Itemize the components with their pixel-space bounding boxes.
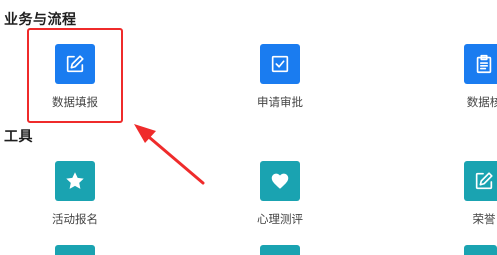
section-title-tools: 工具 <box>4 129 33 145</box>
app-label: 心理测评 <box>257 212 303 226</box>
section-title-business: 业务与流程 <box>4 12 77 28</box>
app-data-verification[interactable]: 数据核 <box>434 44 497 109</box>
app-label: 活动报名 <box>52 212 98 226</box>
app-honor[interactable]: 荣誉 <box>434 161 497 226</box>
clipboard-icon <box>464 44 497 84</box>
partial-app-tile[interactable] <box>464 245 497 255</box>
app-psych-assessment[interactable]: 心理测评 <box>230 161 330 226</box>
checkbox-icon <box>260 44 300 84</box>
app-label: 数据核 <box>466 95 497 109</box>
app-label: 荣誉 <box>472 212 496 226</box>
partial-app-tile[interactable] <box>260 245 300 255</box>
partial-app-tile[interactable] <box>55 245 95 255</box>
app-event-signup[interactable]: 活动报名 <box>25 161 125 226</box>
app-application-approval[interactable]: 申请审批 <box>230 44 330 109</box>
heart-icon <box>260 161 300 201</box>
app-label: 申请审批 <box>257 95 303 109</box>
star-icon <box>55 161 95 201</box>
highlight-box <box>27 28 123 123</box>
edit-icon <box>464 161 497 201</box>
